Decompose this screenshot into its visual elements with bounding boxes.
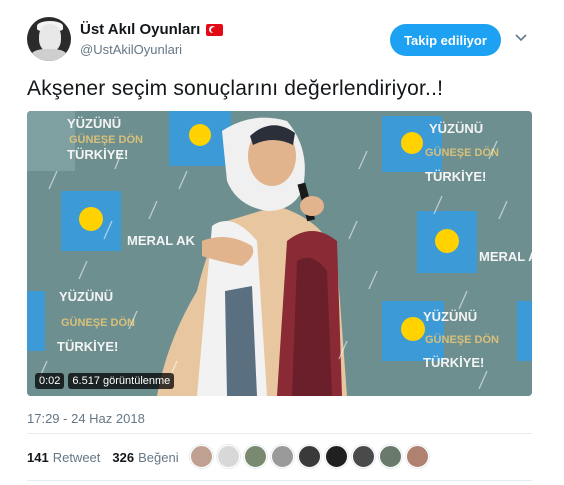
svg-text:YÜZÜNÜ: YÜZÜNÜ (429, 121, 483, 136)
svg-text:TÜRKİYE!: TÜRKİYE! (425, 169, 486, 184)
liker-avatars (190, 445, 429, 468)
display-name[interactable]: Üst Akıl Oyunları (80, 21, 224, 38)
svg-text:YÜZÜNÜ: YÜZÜNÜ (59, 289, 113, 304)
like-label[interactable]: Beğeni (138, 450, 178, 465)
svg-text:TÜRKİYE!: TÜRKİYE! (423, 355, 484, 370)
liker-avatar[interactable] (406, 445, 429, 468)
svg-text:YÜZÜNÜ: YÜZÜNÜ (423, 309, 477, 324)
divider-top (27, 433, 532, 434)
tweet-stats: 141 Retweet 326 Beğeni (27, 450, 179, 465)
like-count[interactable]: 326 (112, 450, 134, 465)
svg-text:GÜNEŞE DÖN: GÜNEŞE DÖN (61, 316, 135, 329)
retweet-label[interactable]: Retweet (53, 450, 101, 465)
liker-avatar[interactable] (298, 445, 321, 468)
avatar-face (39, 24, 61, 52)
avatar-shirt (31, 49, 67, 61)
chevron-down-icon[interactable] (515, 33, 527, 43)
banner-word-1: YÜZÜNÜ (67, 116, 121, 131)
liker-avatar[interactable] (190, 445, 213, 468)
tweet-text: Akşener seçim sonuçlarını değerlendiriyo… (27, 77, 444, 100)
svg-text:TÜRKİYE!: TÜRKİYE! (57, 339, 118, 354)
liker-avatar[interactable] (379, 445, 402, 468)
liker-avatar[interactable] (271, 445, 294, 468)
user-avatar[interactable] (27, 17, 71, 61)
following-button[interactable]: Takip ediliyor (390, 24, 501, 56)
svg-text:MERAL AK: MERAL AK (479, 249, 532, 264)
video-overlay: 0:02 6.517 görüntülenme (35, 373, 175, 389)
tweet-timestamp[interactable]: 17:29 - 24 Haz 2018 (27, 411, 145, 426)
svg-text:GÜNEŞE DÖN: GÜNEŞE DÖN (69, 133, 143, 146)
banner-name: MERAL AK (127, 233, 196, 248)
liker-avatar[interactable] (217, 445, 240, 468)
video-views: 6.517 görüntülenme (68, 373, 175, 389)
svg-text:GÜNEŞE DÖN: GÜNEŞE DÖN (425, 146, 499, 159)
display-name-text[interactable]: Üst Akıl Oyunları (80, 21, 200, 38)
video-duration: 0:02 (35, 373, 65, 389)
liker-avatar[interactable] (325, 445, 348, 468)
svg-text:GÜNEŞE DÖN: GÜNEŞE DÖN (425, 333, 499, 346)
liker-avatar[interactable] (244, 445, 267, 468)
video-frame: YÜZÜNÜ TÜRKİYE! YÜZÜNÜ TÜRKİYE! MERAL AK… (27, 111, 532, 396)
retweet-count[interactable]: 141 (27, 450, 49, 465)
video-player[interactable]: YÜZÜNÜ TÜRKİYE! YÜZÜNÜ TÜRKİYE! MERAL AK… (27, 111, 532, 396)
divider-bottom (27, 480, 532, 481)
user-handle[interactable]: @UstAkilOyunlari (80, 42, 182, 57)
turkey-flag-icon (206, 23, 224, 36)
liker-avatar[interactable] (352, 445, 375, 468)
